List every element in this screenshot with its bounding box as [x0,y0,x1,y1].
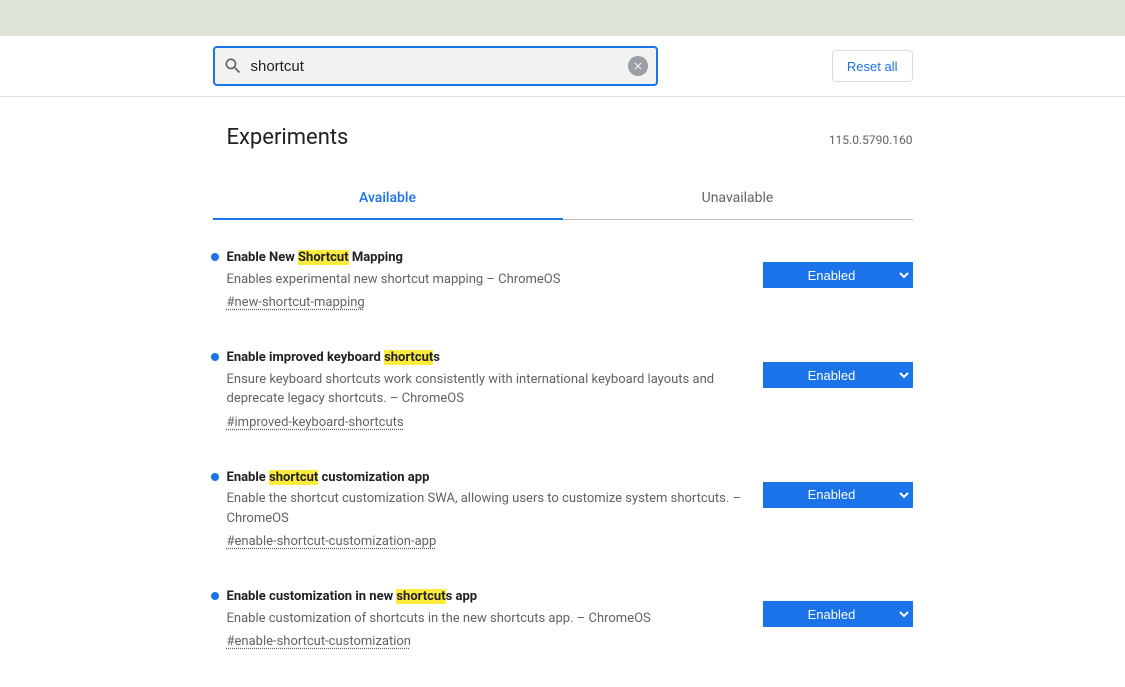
flag-row: Enable shortcut customization appEnable … [227,468,913,550]
flag-description: Enables experimental new shortcut mappin… [227,270,743,290]
flag-description: Enable the shortcut customization SWA, a… [227,489,743,528]
flag-title: Enable improved keyboard shortcuts [227,348,743,368]
flag-state-select[interactable]: DefaultEnabledDisabled [763,362,913,388]
modified-dot-icon [211,353,219,361]
tab-unavailable[interactable]: Unavailable [563,178,913,220]
version-label: 115.0.5790.160 [829,133,913,147]
flag-description: Enable customization of shortcuts in the… [227,609,743,629]
flag-state-select[interactable]: DefaultEnabledDisabled [763,482,913,508]
modified-dot-icon [211,253,219,261]
flag-row: Enable improved keyboard shortcutsEnsure… [227,348,913,430]
flag-title: Enable customization in new shortcuts ap… [227,587,743,607]
clear-search-button[interactable] [628,56,648,76]
flag-body: Enable improved keyboard shortcutsEnsure… [227,348,913,430]
flag-permalink[interactable]: #improved-keyboard-shortcuts [227,415,404,430]
modified-dot-icon [211,592,219,600]
tab-available[interactable]: Available [213,178,563,220]
flag-row: Enable customization in new shortcuts ap… [227,587,913,649]
flag-permalink[interactable]: #new-shortcut-mapping [227,295,365,310]
search-box[interactable] [213,46,658,86]
flag-title: Enable New Shortcut Mapping [227,248,743,268]
reset-all-button[interactable]: Reset all [832,50,913,82]
top-banner [0,0,1125,36]
flag-description: Ensure keyboard shortcuts work consisten… [227,370,743,409]
flag-row: Enable New Shortcut MappingEnables exper… [227,248,913,310]
flag-permalink[interactable]: #enable-shortcut-customization-app [227,534,437,549]
close-icon [632,60,644,72]
flag-body: Enable shortcut customization appEnable … [227,468,913,550]
flag-title: Enable shortcut customization app [227,468,743,488]
flag-state-select[interactable]: DefaultEnabledDisabled [763,601,913,627]
flag-state-select[interactable]: DefaultEnabledDisabled [763,262,913,288]
title-row: Experiments 115.0.5790.160 [213,125,913,150]
page-title: Experiments [227,125,349,150]
header: Reset all [0,36,1125,97]
search-icon [223,56,243,76]
flag-permalink[interactable]: #enable-shortcut-customization [227,634,411,649]
search-input[interactable] [243,58,628,75]
tabs: Available Unavailable [213,178,913,220]
flags-list: Enable New Shortcut MappingEnables exper… [213,248,913,649]
modified-dot-icon [211,473,219,481]
